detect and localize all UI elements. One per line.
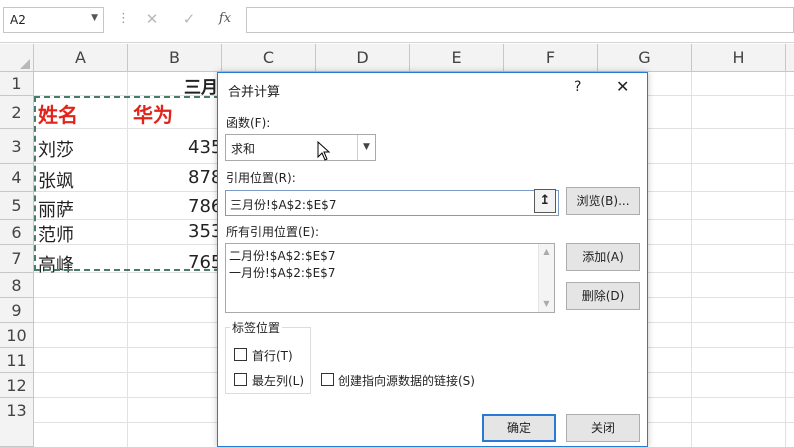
all-references-label: 所有引用位置(E): (226, 225, 319, 239)
row-header-2[interactable]: 2 (0, 96, 34, 129)
row-header-3[interactable]: 3 (0, 129, 34, 164)
row-header-1[interactable]: 1 (0, 72, 34, 96)
close-button[interactable]: 关闭 (566, 414, 640, 442)
row-header-9[interactable]: 9 (0, 298, 34, 323)
browse-button[interactable]: 浏览(B)... (566, 187, 640, 215)
name-box-value: A2 (10, 13, 26, 27)
create-links-checkbox[interactable] (321, 373, 334, 386)
row-header-6[interactable]: 6 (0, 220, 34, 245)
reference-label: 引用位置(R): (226, 171, 296, 185)
column-header-d[interactable]: D (316, 44, 410, 72)
collapse-dialog-icon[interactable]: ↥ (534, 189, 556, 213)
list-item[interactable]: 二月份!$A$2:$E$7 (229, 247, 335, 264)
column-header-f[interactable]: F (504, 44, 598, 72)
row-header-13[interactable]: 13 (0, 398, 34, 447)
top-row-label: 首行(T) (252, 349, 293, 363)
close-icon[interactable]: ✕ (616, 77, 629, 96)
create-links-label: 创建指向源数据的链接(S) (338, 374, 475, 388)
copy-selection-marquee (34, 96, 220, 271)
column-header-e[interactable]: E (410, 44, 504, 72)
column-header-a[interactable]: A (34, 44, 128, 72)
reference-value: 三月份!$A$2:$E$7 (230, 198, 337, 212)
column-header-b[interactable]: B (128, 44, 222, 72)
formula-input[interactable] (246, 7, 794, 33)
row-header-5[interactable]: 5 (0, 192, 34, 220)
cell-title[interactable]: 三月 (184, 73, 218, 98)
function-value: 求和 (231, 142, 256, 156)
row-header-4[interactable]: 4 (0, 164, 34, 192)
help-icon[interactable]: ? (574, 79, 581, 95)
dialog-title: 合并计算 (228, 85, 281, 100)
mouse-cursor-icon (317, 141, 331, 161)
formula-bar: A2 ▼ ⋮ ✕ ✓ fx (0, 0, 794, 43)
insert-function-icon[interactable]: fx (208, 6, 242, 32)
function-select[interactable]: 求和 ▼ (225, 134, 376, 161)
column-header-g[interactable]: G (598, 44, 692, 72)
formula-bar-grip-icon: ⋮ (117, 11, 130, 26)
select-all-corner[interactable] (0, 44, 34, 72)
column-header-c[interactable]: C (222, 44, 316, 72)
all-references-list[interactable]: 二月份!$A$2:$E$7 一月份!$A$2:$E$7 ▲ ▼ (225, 243, 555, 313)
column-header-bar: A B C D E F G H (0, 44, 794, 72)
left-column-checkbox[interactable] (234, 373, 247, 386)
row-header-8[interactable]: 8 (0, 273, 34, 298)
row-header-12[interactable]: 12 (0, 373, 34, 398)
label-position-caption: 标签位置 (230, 319, 283, 336)
list-item[interactable]: 一月份!$A$2:$E$7 (229, 264, 335, 281)
chevron-down-icon[interactable]: ▼ (91, 13, 98, 23)
scroll-down-icon[interactable]: ▼ (539, 299, 554, 308)
left-column-label: 最左列(L) (252, 374, 305, 388)
add-button[interactable]: 添加(A) (566, 243, 640, 271)
name-box[interactable]: A2 ▼ (3, 7, 104, 33)
enter-icon[interactable]: ✓ (172, 6, 206, 32)
column-header-h[interactable]: H (692, 44, 786, 72)
consolidate-dialog: 合并计算 ? ✕ 函数(F): 求和 ▼ 引用位置(R): 三月份!$A$2:$… (217, 72, 648, 447)
ok-button[interactable]: 确定 (482, 414, 556, 442)
reference-input[interactable]: 三月份!$A$2:$E$7 (225, 190, 559, 216)
delete-button[interactable]: 删除(D) (566, 282, 640, 310)
chevron-down-icon[interactable]: ▼ (357, 135, 375, 160)
function-label: 函数(F): (226, 116, 271, 130)
row-header-11[interactable]: 11 (0, 348, 34, 373)
top-row-checkbox[interactable] (234, 348, 247, 361)
cancel-icon[interactable]: ✕ (135, 6, 169, 32)
scroll-up-icon[interactable]: ▲ (539, 247, 554, 256)
row-header-7[interactable]: 7 (0, 245, 34, 273)
row-header-10[interactable]: 10 (0, 323, 34, 348)
scrollbar[interactable]: ▲ ▼ (538, 244, 554, 312)
